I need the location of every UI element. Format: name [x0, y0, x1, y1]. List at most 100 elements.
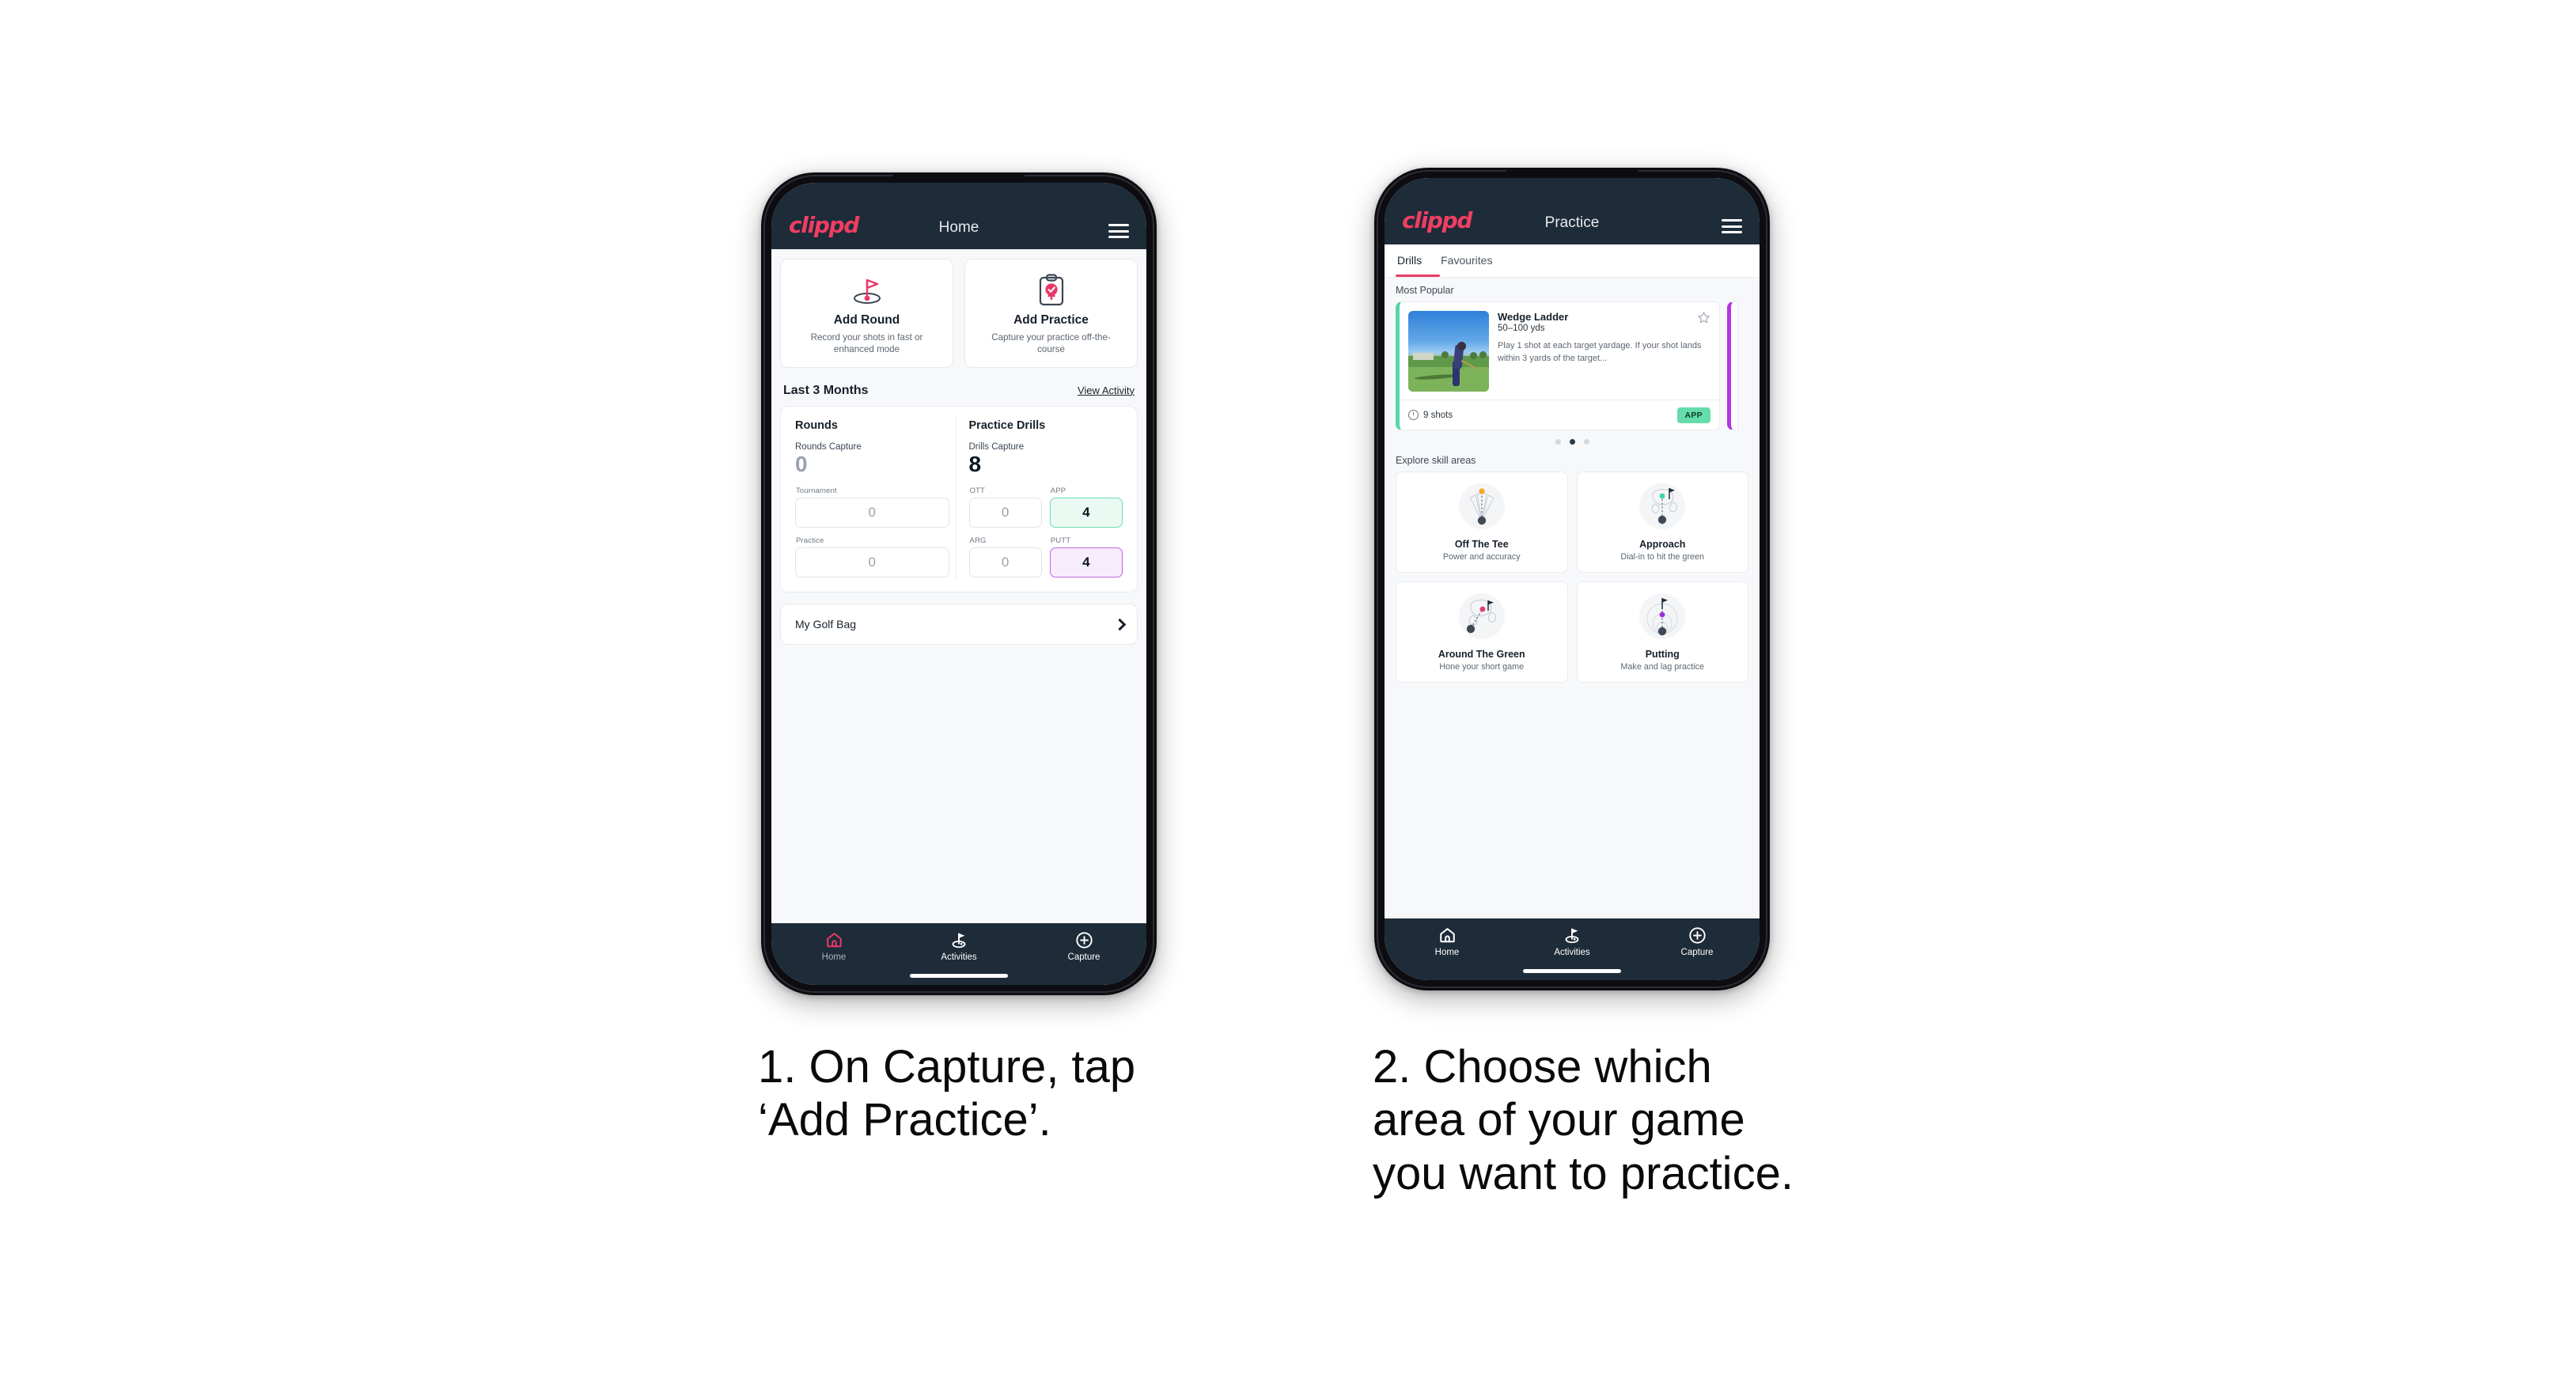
carousel-dot-active[interactable]: [1569, 439, 1575, 445]
section-title: Last 3 Months: [783, 383, 869, 397]
my-golf-bag-label: My Golf Bag: [795, 618, 857, 631]
skill-card-putting[interactable]: Putting Make and lag practice: [1576, 581, 1748, 683]
skill-card-approach[interactable]: Approach Dial-in to hit the green: [1576, 471, 1748, 573]
add-round-title: Add Round: [833, 313, 900, 327]
tab-favourites[interactable]: Favourites: [1441, 254, 1492, 268]
explore-skill-areas-label: Explore skill areas: [1396, 455, 1476, 466]
phone2-screen: clippd Practice Drills Favourites Most P…: [1385, 178, 1760, 980]
tee-shot-fan-icon: [1456, 482, 1508, 534]
skill-sub: Hone your short game: [1439, 662, 1525, 672]
clock-icon: [1408, 410, 1419, 420]
add-round-card[interactable]: Add Round Record your shots in fast or e…: [780, 259, 953, 368]
phone-mockup-practice: clippd Practice Drills Favourites Most P…: [1374, 168, 1770, 990]
golf-flag-icon: [1563, 926, 1582, 945]
nav-item-activities[interactable]: Activities: [1510, 926, 1634, 957]
caption-step-2: 2. Choose which area of your game you wa…: [1373, 1041, 1794, 1199]
bottom-nav: Home Activities Capture: [1385, 918, 1760, 980]
tournament-field: Tournament 0: [795, 487, 949, 528]
carousel-dot[interactable]: [1583, 439, 1589, 445]
nav-label-capture: Capture: [1067, 952, 1100, 962]
add-practice-title: Add Practice: [1013, 313, 1089, 327]
clippd-logo[interactable]: clippd: [789, 212, 859, 238]
putt-field: PUTT 4: [1049, 536, 1123, 578]
rounds-capture-value: 0: [795, 451, 808, 476]
nav-item-capture[interactable]: Capture: [1635, 926, 1759, 957]
star-outline-icon[interactable]: [1697, 311, 1710, 324]
hamburger-icon[interactable]: [1108, 224, 1129, 238]
rounds-capture-label: Rounds Capture: [795, 441, 862, 452]
add-round-sub: Record your shots in fast or enhanced mo…: [810, 332, 923, 355]
ott-label: OTT: [969, 487, 985, 496]
arg-label: ARG: [969, 536, 987, 546]
plus-circle-icon: [1688, 926, 1707, 945]
golf-flag-hole-icon: [850, 274, 885, 307]
drill-info: Wedge Ladder 50–100 yds Play 1 shot at e…: [1498, 311, 1710, 392]
arg-value[interactable]: 0: [968, 547, 1042, 578]
nav-item-home[interactable]: Home: [772, 930, 896, 962]
view-activity-link[interactable]: View Activity: [1078, 384, 1135, 396]
practice-value[interactable]: 0: [795, 547, 949, 578]
drill-title: Wedge Ladder: [1498, 311, 1569, 323]
practice-drills-column: Practice Drills Drills Capture 8 OTT 0 A…: [963, 416, 1130, 581]
chip-green-icon: [1456, 592, 1508, 644]
stats-card: Rounds Rounds Capture 0 Tournament 0 Pra…: [780, 405, 1138, 593]
tab-drills[interactable]: Drills: [1397, 254, 1422, 268]
my-golf-bag-row[interactable]: My Golf Bag: [780, 604, 1138, 646]
drill-card-top: Wedge Ladder 50–100 yds Play 1 shot at e…: [1400, 302, 1719, 400]
bottom-nav: Home Activities Capture: [771, 923, 1146, 985]
drill-carousel[interactable]: Wedge Ladder 50–100 yds Play 1 shot at e…: [1385, 301, 1760, 430]
clippd-logo[interactable]: clippd: [1402, 207, 1472, 233]
skill-areas-grid: Off The Tee Power and accuracy Approach …: [1385, 471, 1760, 683]
arg-field: ARG 0: [968, 536, 1042, 578]
quick-action-row: Add Round Record your shots in fast or e…: [780, 259, 1138, 368]
nav-item-activities[interactable]: Activities: [897, 930, 1021, 962]
next-drill-card-peek[interactable]: [1727, 301, 1738, 430]
drill-shots-count: 9 shots: [1423, 410, 1453, 420]
practice-label: Practice: [796, 536, 824, 546]
rounds-heading: Rounds: [795, 418, 838, 432]
nav-label-activities: Activities: [1554, 948, 1590, 957]
skill-name: Approach: [1639, 539, 1686, 550]
plus-circle-icon: [1075, 930, 1093, 949]
app-value[interactable]: 4: [1049, 498, 1123, 528]
carousel-dot[interactable]: [1555, 439, 1561, 445]
app-bar: clippd Home: [771, 183, 1146, 249]
home-indicator: [1523, 969, 1621, 973]
skill-card-around-the-green[interactable]: Around The Green Hone your short game: [1396, 581, 1568, 683]
app-field: APP 4: [1049, 487, 1123, 528]
home-icon: [1438, 926, 1457, 945]
ott-value[interactable]: 0: [968, 498, 1042, 528]
nav-item-home[interactable]: Home: [1385, 926, 1509, 957]
chevron-right-icon: [1113, 618, 1127, 631]
tab-active-underline: [1396, 275, 1440, 277]
skill-sub: Power and accuracy: [1442, 552, 1521, 562]
home-icon: [825, 930, 843, 949]
tournament-value[interactable]: 0: [795, 498, 949, 528]
app-bar: clippd Practice: [1385, 178, 1760, 244]
putt-label: PUTT: [1050, 536, 1071, 546]
practice-content: Most Popular Wedge Ladder 50–100 yds Pla…: [1385, 278, 1760, 918]
drill-card[interactable]: Wedge Ladder 50–100 yds Play 1 shot at e…: [1396, 301, 1720, 430]
putt-value[interactable]: 4: [1049, 547, 1123, 578]
approach-green-icon: [1636, 482, 1688, 534]
drill-thumbnail: [1408, 311, 1489, 392]
drills-capture-value: 8: [968, 451, 982, 476]
skill-card-off-the-tee[interactable]: Off The Tee Power and accuracy: [1396, 471, 1568, 573]
drills-capture-label: Drills Capture: [968, 441, 1025, 452]
phone-notch: [892, 172, 1025, 180]
add-practice-card[interactable]: Add Practice Capture your practice off-t…: [964, 259, 1138, 368]
skill-name: Off The Tee: [1454, 539, 1509, 550]
app-label: APP: [1050, 487, 1066, 496]
drill-description: Play 1 shot at each target yardage. If y…: [1498, 341, 1702, 363]
carousel-dots: [1385, 439, 1760, 445]
caption-step-1: 1. On Capture, tap ‘Add Practice’.: [758, 1041, 1136, 1146]
phone1-screen: clippd Home Add Round Record your shots …: [771, 183, 1146, 985]
most-popular-label: Most Popular: [1396, 285, 1454, 296]
putting-rings-icon: [1636, 592, 1688, 644]
drill-field-row-1: OTT 0 APP 4: [968, 487, 1123, 528]
ott-field: OTT 0: [968, 487, 1042, 528]
nav-item-capture[interactable]: Capture: [1022, 930, 1146, 962]
hamburger-icon[interactable]: [1722, 219, 1742, 233]
tournament-label: Tournament: [796, 487, 837, 496]
clipboard-check-icon: [1036, 274, 1066, 307]
